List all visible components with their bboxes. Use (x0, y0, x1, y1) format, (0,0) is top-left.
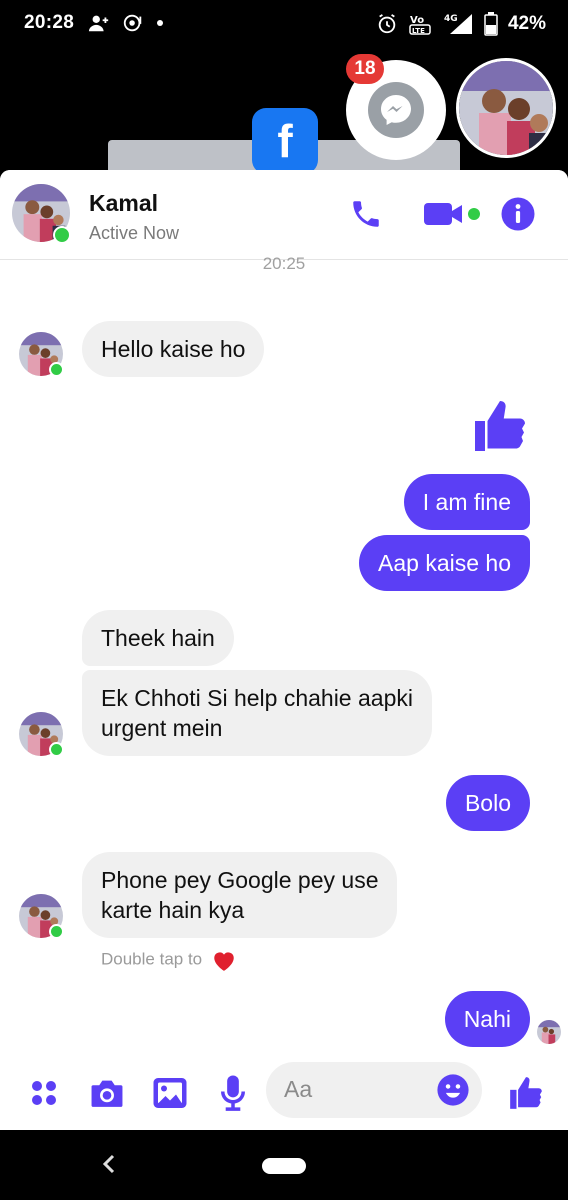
outgoing-message[interactable]: Bolo (445, 775, 530, 831)
message-composer: Aa (0, 1058, 568, 1130)
notification-dot-icon (157, 20, 163, 26)
message-timestamp: 20:25 (262, 254, 306, 273)
message-line: Phone pey Google pey use (101, 867, 379, 893)
alarm-icon (378, 14, 396, 34)
microphone-icon (221, 1075, 245, 1111)
incoming-message[interactable]: Phone pey Google pey use karte hain kya (82, 852, 398, 938)
outgoing-message[interactable]: Nahi (444, 991, 530, 1047)
online-indicator (49, 742, 64, 757)
contact-status: Active Now (89, 223, 180, 243)
add-user-icon (88, 15, 109, 32)
online-indicator (49, 924, 64, 939)
more-actions-button[interactable] (24, 1073, 64, 1113)
system-nav-bar (0, 1130, 568, 1200)
emoji-icon[interactable] (436, 1073, 470, 1107)
sent-like[interactable] (470, 396, 530, 461)
thumbs-up-icon (510, 1077, 542, 1109)
chat-header: Kamal Active Now (0, 170, 568, 260)
status-bar: 20:28 Vo LTE 4G 42% (0, 0, 568, 46)
online-indicator (49, 362, 64, 377)
outgoing-message[interactable]: I am fine (403, 474, 530, 530)
signal-icon: 4G (444, 14, 472, 34)
info-button[interactable] (498, 194, 538, 234)
voice-button[interactable] (213, 1073, 253, 1113)
unread-badge: 18 (346, 54, 384, 84)
camera-icon (91, 1080, 123, 1107)
avatar-image (537, 1020, 561, 1044)
chat-panel: Kamal Active Now 20:25 Hello kaise ho I … (0, 170, 568, 1130)
outgoing-message[interactable]: Aap kaise ho (359, 535, 530, 591)
message-input-placeholder: Aa (284, 1076, 313, 1102)
home-button[interactable] (262, 1158, 306, 1174)
phone-icon (353, 201, 379, 227)
contact-name[interactable]: Kamal (89, 190, 158, 217)
incoming-message[interactable]: Theek hain (82, 610, 234, 666)
video-icon (424, 203, 480, 225)
call-button[interactable] (346, 194, 386, 234)
svg-text:LTE: LTE (412, 27, 425, 35)
reaction-hint: Double tap to (101, 948, 237, 972)
network-label: 4G (444, 14, 458, 24)
thumbs-up-icon (475, 401, 525, 451)
camera-button[interactable] (87, 1073, 127, 1113)
reaction-hint-text: Double tap to (101, 949, 203, 969)
facebook-icon: f (252, 108, 318, 174)
message-line: Ek Chhoti Si help chahie aapki (101, 685, 413, 711)
heart-icon (214, 952, 234, 971)
battery-icon (484, 12, 498, 36)
contact-chat-head[interactable] (456, 58, 556, 158)
volte-icon: VoLTE (409, 15, 431, 35)
gallery-icon (153, 1078, 187, 1108)
message-input[interactable]: Aa (266, 1062, 482, 1118)
incoming-message[interactable]: Ek Chhoti Si help chahie aapki urgent me… (82, 670, 432, 756)
status-time: 20:28 (24, 12, 75, 33)
seen-avatar (537, 1020, 561, 1044)
hotspot-icon (123, 14, 142, 32)
online-indicator (53, 226, 71, 244)
messenger-icon (368, 82, 424, 138)
message-line: karte hain kya (101, 897, 245, 923)
info-icon (501, 197, 535, 231)
video-call-button[interactable] (420, 194, 484, 234)
contact-photo (459, 61, 553, 155)
send-like-button[interactable] (506, 1073, 546, 1113)
incoming-message[interactable]: Hello kaise ho (82, 321, 265, 377)
back-icon[interactable] (98, 1150, 120, 1178)
menu-dots-icon (32, 1081, 56, 1105)
message-line: urgent mein (101, 715, 223, 741)
battery-level: 42% (507, 13, 546, 34)
gallery-button[interactable] (150, 1073, 190, 1113)
